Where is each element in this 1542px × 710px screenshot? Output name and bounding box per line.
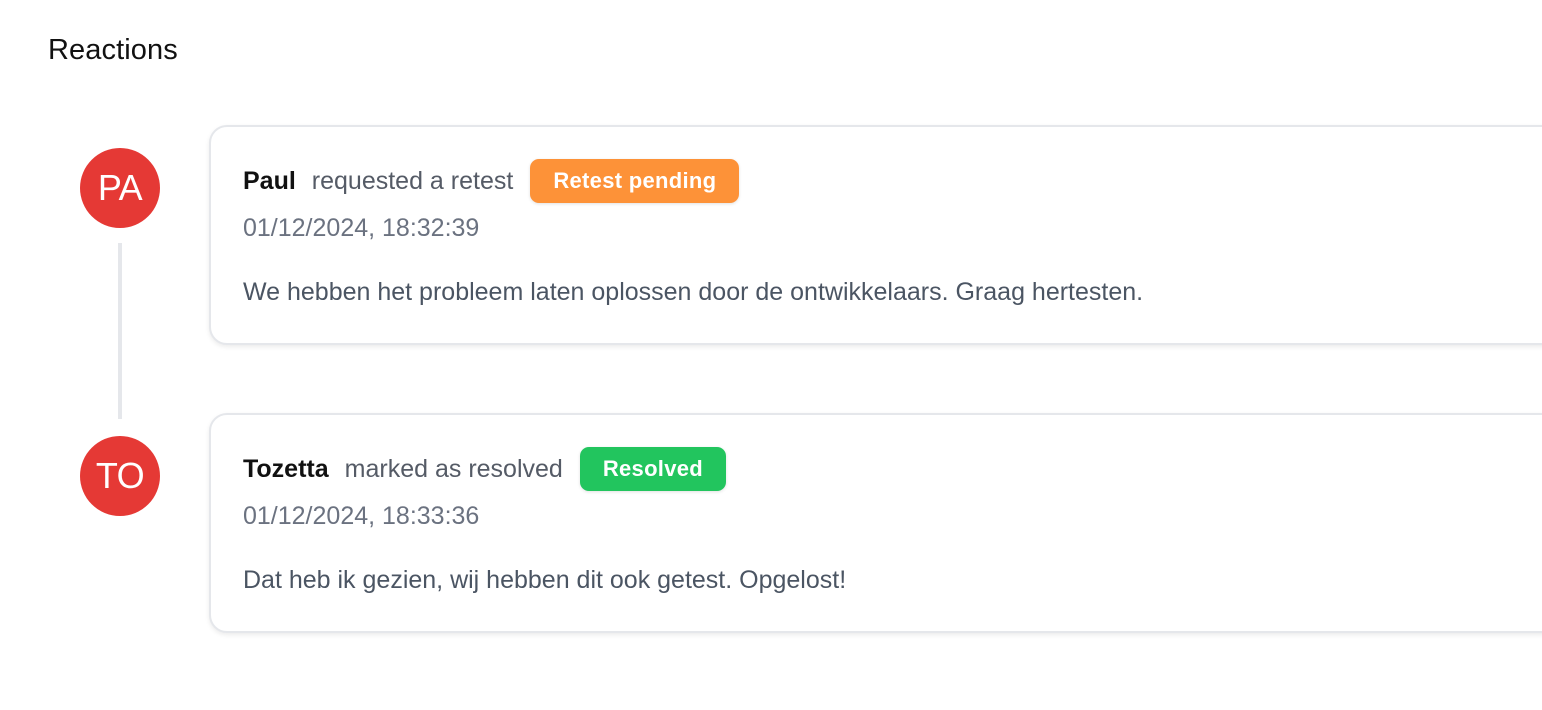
reaction-header: Paul requested a retest Retest pending	[243, 159, 740, 203]
reaction-card: Paul requested a retest Retest pending 0…	[209, 125, 1542, 345]
reaction-header: Tozetta marked as resolved Resolved	[243, 447, 727, 491]
reaction-timestamp: 01/12/2024, 18:32:39	[243, 214, 480, 242]
reactions-page: Reactions PA Paul requested a retest Ret…	[0, 0, 1542, 710]
reaction-card: Tozetta marked as resolved Resolved 01/1…	[209, 413, 1542, 633]
status-badge-retest-pending: Retest pending	[530, 159, 740, 203]
avatar: PA	[80, 148, 160, 228]
timeline-connector	[118, 243, 122, 419]
author-name: Paul	[243, 166, 296, 195]
reaction-timestamp: 01/12/2024, 18:33:36	[243, 502, 480, 530]
reaction-message: Dat heb ik gezien, wij hebben dit ook ge…	[243, 566, 847, 594]
avatar: TO	[80, 436, 160, 516]
author-name: Tozetta	[243, 454, 329, 483]
section-title: Reactions	[48, 34, 178, 66]
reaction-message: We hebben het probleem laten oplossen do…	[243, 278, 1144, 306]
status-badge-resolved: Resolved	[579, 447, 727, 491]
reaction-action: requested a retest	[311, 166, 514, 195]
reaction-action: marked as resolved	[344, 454, 563, 483]
